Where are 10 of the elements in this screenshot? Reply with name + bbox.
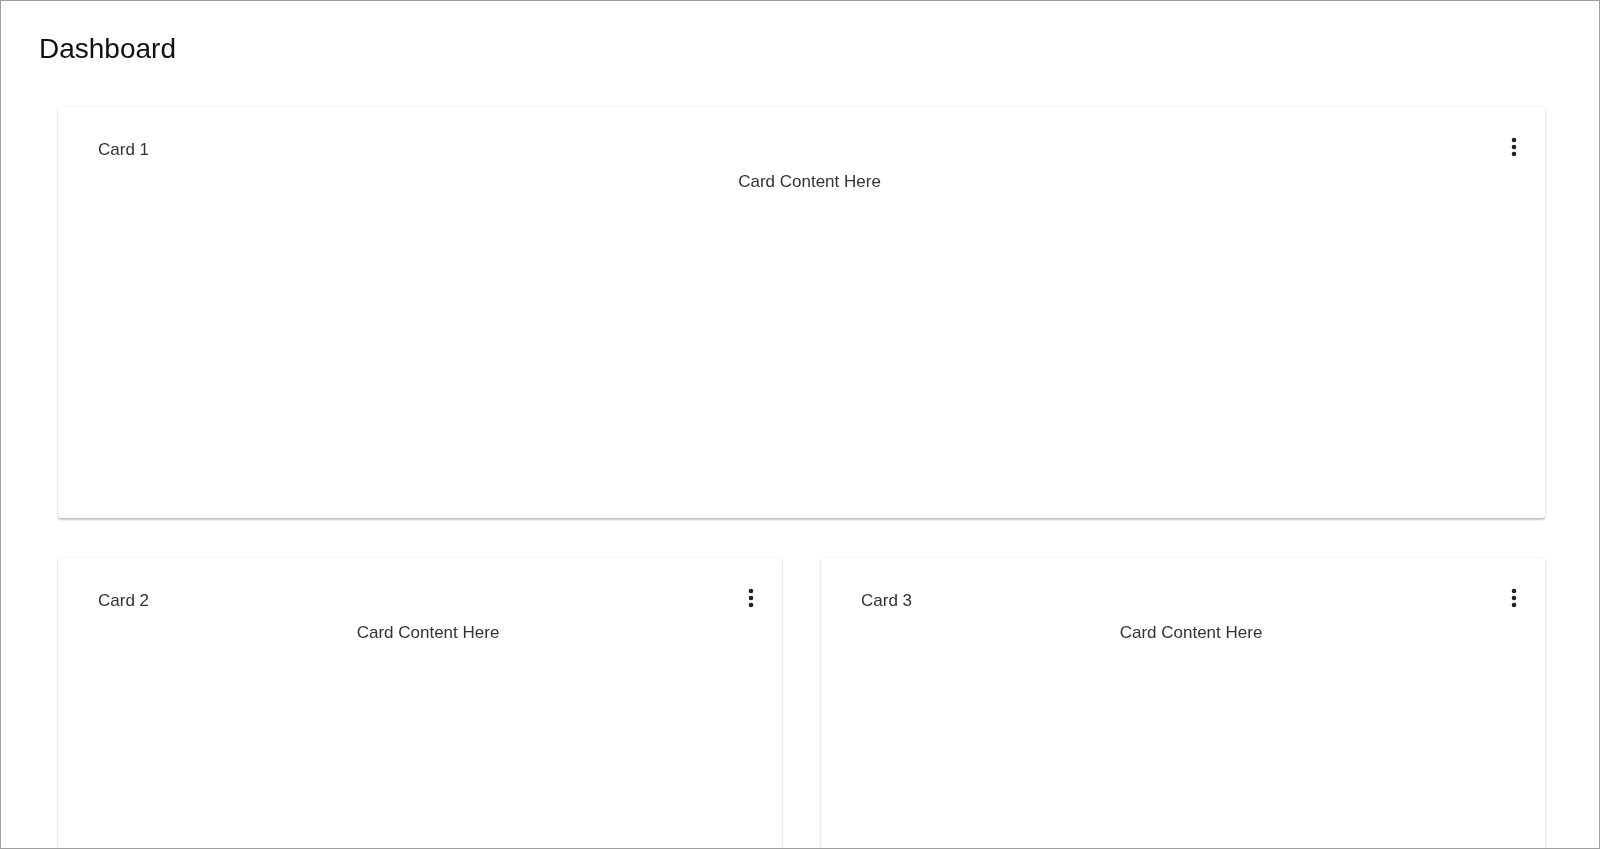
card-content: Card Content Here (1118, 623, 1264, 643)
card-title: Card 2 (98, 591, 150, 611)
card-title: Card 3 (861, 591, 913, 611)
page-title: Dashboard (38, 32, 177, 66)
more-vertical-icon (1511, 137, 1517, 157)
card-content: Card Content Here (737, 172, 882, 192)
card-title: Card 1 (98, 140, 150, 160)
more-vertical-icon (748, 588, 754, 608)
more-vertical-icon (1511, 588, 1517, 608)
card-content: Card Content Here (355, 623, 501, 643)
